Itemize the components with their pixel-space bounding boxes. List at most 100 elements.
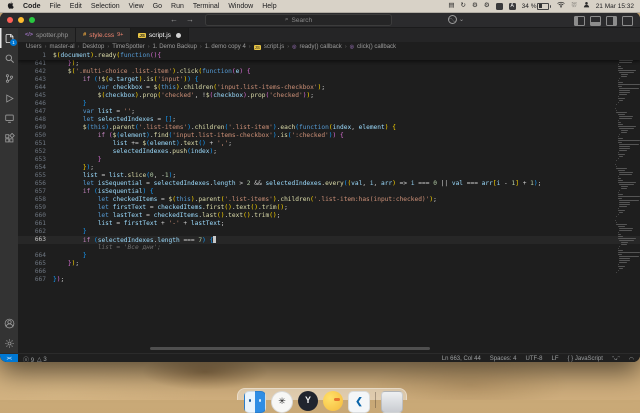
code-line[interactable]: 666 — [18, 268, 640, 276]
search-sidebar-icon[interactable] — [0, 48, 18, 68]
code-line[interactable]: 659 let firstText = checkedItems.first()… — [18, 204, 640, 212]
toggle-sidebar-icon[interactable] — [574, 15, 585, 26]
explorer-icon[interactable]: 1 — [0, 28, 18, 48]
toggle-secondary-sidebar-icon[interactable] — [606, 15, 617, 26]
nav-forward-icon[interactable]: → — [186, 15, 194, 24]
sticky-scroll-line[interactable]: 1 $(document).ready(function(){ — [18, 52, 640, 60]
close-window-button[interactable] — [7, 16, 13, 23]
menu-item-window[interactable]: Window — [228, 3, 253, 10]
code-line[interactable]: 654 }); — [18, 164, 640, 172]
command-center-search[interactable]: ⌕ Search — [205, 14, 392, 26]
code-line[interactable]: 664 } — [18, 252, 640, 260]
source-control-icon[interactable] — [0, 68, 18, 88]
remote-explorer-icon[interactable] — [0, 108, 18, 128]
user-icon[interactable] — [583, 1, 590, 11]
copilot-status-icon[interactable]: ᵔᴗᵔ — [612, 356, 620, 362]
code-line[interactable]: 662 } — [18, 228, 640, 236]
code-line[interactable]: 667}); — [18, 276, 640, 284]
breadcrumb-item[interactable]: master-al — [50, 44, 75, 50]
code-editor[interactable]: 1 $(document).ready(function(){ 641 }); 64… — [18, 52, 640, 353]
accounts-icon[interactable] — [0, 313, 18, 333]
cursor-position[interactable]: Ln 663, Col 44 — [442, 356, 481, 362]
code-line[interactable]: 657 if (isSequential) { — [18, 188, 640, 196]
window-titlebar[interactable]: ← → ⌕ Search ◠◡ ⌄ — [0, 12, 640, 28]
code-line[interactable]: 665 }); — [18, 260, 640, 268]
menu-item-go[interactable]: Go — [153, 3, 162, 10]
code-line[interactable]: 648 let selectedIndexes = []; — [18, 116, 640, 124]
menu-item-terminal[interactable]: Terminal — [193, 3, 219, 10]
language-mode[interactable]: { } JavaScript — [568, 356, 603, 362]
indentation[interactable]: Spaces: 4 — [490, 356, 517, 362]
horizontal-scrollbar[interactable] — [150, 347, 430, 350]
tab-style.css[interactable]: # style.css 9+ — [76, 28, 132, 42]
gear-icon[interactable]: ⚙ — [472, 2, 478, 10]
nav-back-icon[interactable]: ← — [170, 15, 178, 24]
breadcrumb[interactable]: Users › master-al › Desktop › TimeSpotter › 1. D… — [18, 42, 640, 52]
unsaved-dot-icon[interactable] — [175, 32, 181, 38]
menu-item-edit[interactable]: Edit — [70, 3, 82, 10]
breadcrumb-file[interactable]: script.js — [264, 44, 284, 50]
dock-icon-vscode[interactable] — [348, 391, 370, 413]
extensions-icon[interactable] — [0, 128, 18, 148]
app-box-icon[interactable] — [495, 2, 503, 10]
code-line[interactable]: 649 $(this).parent('.list-items').childr… — [18, 124, 640, 132]
code-line[interactable]: 658 let checkedItems = $(this).parent('.… — [18, 196, 640, 204]
code-line[interactable]: 650 if ($(element).find('input.list-item… — [18, 132, 640, 140]
settings-gear-icon[interactable] — [0, 333, 18, 353]
menu-item-file[interactable]: File — [50, 3, 61, 10]
breadcrumb-item[interactable]: Desktop — [82, 44, 104, 50]
code-line[interactable]: 663 if (selectedIndexes.length === 7) { — [18, 236, 640, 244]
notifications-bell-icon[interactable]: ◠ — [629, 356, 634, 363]
code-line[interactable]: 646 } — [18, 100, 640, 108]
zoom-window-button[interactable] — [29, 16, 35, 23]
code-line[interactable]: 647 var list = ''; — [18, 108, 640, 116]
breadcrumb-item[interactable]: TimeSpotter — [112, 44, 144, 50]
code-line[interactable]: 660 let lastText = checkedItems.last().t… — [18, 212, 640, 220]
dock-icon-yandex[interactable] — [298, 391, 318, 411]
dock-icon-trash[interactable] — [381, 391, 403, 413]
apple-menu-icon[interactable] — [7, 1, 14, 11]
customize-layout-icon[interactable] — [622, 15, 633, 26]
remote-indicator[interactable]: >< — [0, 354, 18, 362]
breadcrumb-symbol[interactable]: click() callback — [357, 44, 396, 50]
minimap[interactable] — [614, 52, 640, 353]
run-debug-icon[interactable] — [0, 88, 18, 108]
encoding[interactable]: UTF-8 — [525, 356, 542, 362]
menu-item-run[interactable]: Run — [171, 3, 184, 10]
code-line[interactable]: 652 selectedIndexes.push(index); — [18, 148, 640, 156]
menubar-clock[interactable]: 21 Mar 15:32 — [596, 3, 634, 10]
wifi-icon[interactable] — [557, 1, 566, 11]
display-icon[interactable]: ▤ — [448, 2, 454, 10]
code-line[interactable]: 651 list += $(element).text() + ','; — [18, 140, 640, 148]
code-line[interactable]: 1 $(document).ready(function(){ — [18, 52, 640, 60]
menu-item-help[interactable]: Help — [262, 3, 276, 10]
code-line[interactable]: 643 if (!$(e.target).is('input')) { — [18, 76, 640, 84]
dock-icon-duck[interactable] — [323, 391, 343, 411]
gear-icon-2[interactable]: ⚙ — [484, 2, 490, 10]
dock-icon-chatgpt[interactable] — [271, 391, 293, 413]
breadcrumb-item[interactable]: Users — [26, 44, 42, 50]
battery-indicator[interactable]: 34 % — [522, 2, 552, 10]
toggle-panel-icon[interactable] — [590, 15, 601, 26]
menu-item-selection[interactable]: Selection — [91, 3, 120, 10]
code-line[interactable]: 653 } — [18, 156, 640, 164]
code-lines[interactable]: 641 }); 642 $('.multi-choice .list-item')… — [18, 60, 640, 284]
breadcrumb-item[interactable]: 1. demo copy 4 — [205, 44, 246, 50]
copilot-menu[interactable]: ◠◡ ⌄ — [448, 15, 464, 24]
menu-item-code[interactable]: Code — [23, 3, 41, 10]
code-line[interactable]: 656 let isSequential = selectedIndexes.l… — [18, 180, 640, 188]
sync-icon[interactable]: ↻ — [461, 2, 466, 10]
problems-errors[interactable]: ⓧ 9 — [23, 355, 34, 363]
tab-spotter.php[interactable]: </> spotter.php — [18, 28, 77, 42]
tab-script.js[interactable]: JS script.js — [131, 28, 189, 42]
code-line[interactable]: 661 list = firstText + '-' + lastText; — [18, 220, 640, 228]
code-line[interactable]: 641 }); — [18, 60, 640, 68]
menu-item-view[interactable]: View — [129, 3, 144, 10]
code-line[interactable]: 642 $('.multi-choice .list-item').click(… — [18, 68, 640, 76]
minimize-window-button[interactable] — [18, 16, 24, 23]
ghost-suggestion-line[interactable]: list = 'Все дни'; — [18, 244, 640, 252]
eol-sequence[interactable]: LF — [551, 356, 558, 362]
breadcrumb-item[interactable]: 1. Demo Backup — [153, 44, 197, 50]
code-line[interactable]: 655 list = list.slice(0, -1); — [18, 172, 640, 180]
weather-icon[interactable]: ⛆ — [571, 2, 576, 10]
